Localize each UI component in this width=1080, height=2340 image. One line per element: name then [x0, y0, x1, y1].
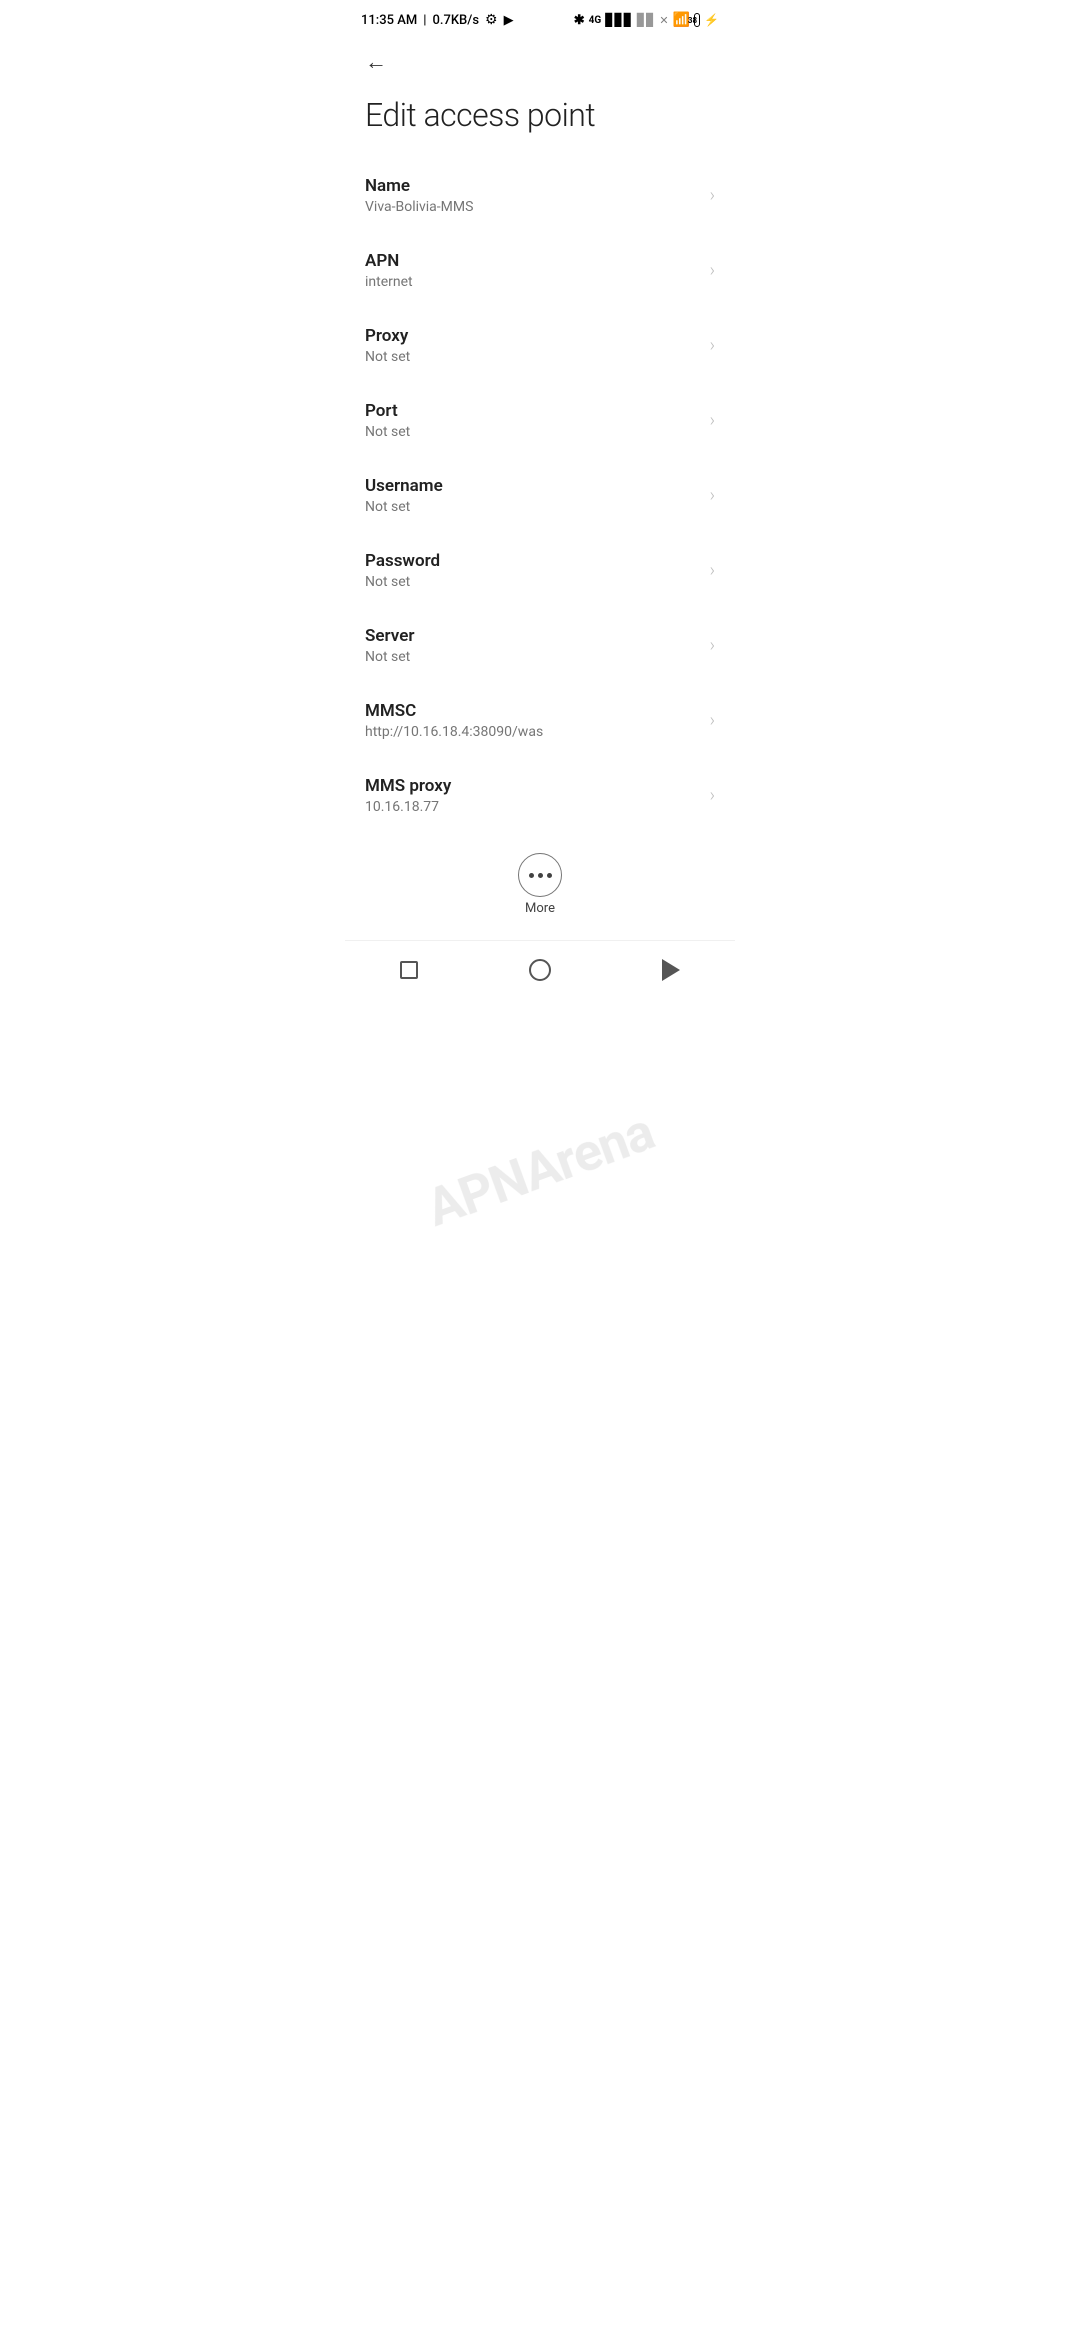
settings-item-content-apn: APN internet: [365, 251, 702, 290]
settings-item-username[interactable]: Username Not set ›: [345, 458, 735, 533]
chevron-right-icon-port: ›: [710, 410, 715, 431]
settings-item-label-port: Port: [365, 401, 702, 421]
status-bar: 11:35 AM | 0.7KB/s ⚙ ▶ ✱ 4G ▊▊▊ ▊▊ ✕ 📶 3…: [345, 0, 735, 36]
settings-item-label-proxy: Proxy: [365, 326, 702, 346]
battery-indicator: 38: [694, 13, 700, 27]
settings-item-value-apn: internet: [365, 274, 702, 290]
network-speed: 0.7KB/s: [432, 13, 479, 28]
settings-item-password[interactable]: Password Not set ›: [345, 533, 735, 608]
settings-item-value-proxy: Not set: [365, 349, 702, 365]
settings-item-proxy[interactable]: Proxy Not set ›: [345, 308, 735, 383]
chevron-right-icon-mmsc: ›: [710, 710, 715, 731]
settings-item-label-mms_proxy: MMS proxy: [365, 776, 702, 796]
chevron-right-icon-apn: ›: [710, 260, 715, 281]
more-circle-icon: [518, 853, 562, 897]
more-label: More: [525, 901, 555, 916]
settings-list: Name Viva-Bolivia-MMS › APN internet › P…: [345, 158, 735, 833]
status-left: 11:35 AM | 0.7KB/s ⚙ ▶: [361, 12, 514, 28]
nav-home-icon: [529, 959, 551, 981]
bluetooth-icon: ✱: [574, 13, 585, 28]
settings-item-name[interactable]: Name Viva-Bolivia-MMS ›: [345, 158, 735, 233]
nav-home-button[interactable]: [505, 953, 575, 987]
settings-item-label-server: Server: [365, 626, 702, 646]
chevron-right-icon-username: ›: [710, 485, 715, 506]
back-arrow-icon: ←: [365, 49, 387, 75]
settings-item-content-mms_proxy: MMS proxy 10.16.18.77: [365, 776, 702, 815]
settings-item-content-port: Port Not set: [365, 401, 702, 440]
settings-item-mmsc[interactable]: MMSC http://10.16.18.4:38090/was ›: [345, 683, 735, 758]
toolbar: ←: [345, 36, 735, 88]
page-title: Edit access point: [345, 88, 735, 158]
more-dots-icon: [529, 873, 552, 878]
settings-item-mms_proxy[interactable]: MMS proxy 10.16.18.77 ›: [345, 758, 735, 833]
settings-item-port[interactable]: Port Not set ›: [345, 383, 735, 458]
signal-bars-icon: ▊▊▊: [605, 13, 633, 27]
settings-item-content-proxy: Proxy Not set: [365, 326, 702, 365]
settings-item-label-mmsc: MMSC: [365, 701, 702, 721]
settings-item-value-port: Not set: [365, 424, 702, 440]
settings-item-apn[interactable]: APN internet ›: [345, 233, 735, 308]
settings-item-content-mmsc: MMSC http://10.16.18.4:38090/was: [365, 701, 702, 740]
settings-item-label-username: Username: [365, 476, 702, 496]
chevron-right-icon-proxy: ›: [710, 335, 715, 356]
settings-item-label-apn: APN: [365, 251, 702, 271]
signal-bars2-icon: ▊▊: [637, 13, 655, 27]
settings-item-value-name: Viva-Bolivia-MMS: [365, 199, 702, 215]
charging-icon: ⚡: [704, 13, 719, 27]
more-button[interactable]: More: [345, 833, 735, 932]
status-right: ✱ 4G ▊▊▊ ▊▊ ✕ 📶 38 ⚡: [574, 12, 719, 28]
settings-item-label-name: Name: [365, 176, 702, 196]
nav-bar: [345, 940, 735, 1003]
settings-item-content-server: Server Not set: [365, 626, 702, 665]
video-icon: ▶: [504, 13, 514, 28]
signal-4g-icon: 4G: [589, 15, 602, 26]
settings-item-label-password: Password: [365, 551, 702, 571]
settings-item-value-mmsc: http://10.16.18.4:38090/was: [365, 724, 702, 740]
back-button[interactable]: ←: [361, 45, 391, 79]
settings-item-value-username: Not set: [365, 499, 702, 515]
chevron-right-icon-server: ›: [710, 635, 715, 656]
watermark: APNArena: [419, 1101, 662, 1239]
chevron-right-icon-password: ›: [710, 560, 715, 581]
settings-item-value-password: Not set: [365, 574, 702, 590]
settings-item-value-server: Not set: [365, 649, 702, 665]
settings-item-content-password: Password Not set: [365, 551, 702, 590]
nav-back-icon: [662, 959, 680, 981]
settings-item-content-username: Username Not set: [365, 476, 702, 515]
settings-item-server[interactable]: Server Not set ›: [345, 608, 735, 683]
time-label: 11:35 AM: [361, 13, 417, 28]
separator: |: [423, 13, 426, 28]
settings-item-value-mms_proxy: 10.16.18.77: [365, 799, 702, 815]
nav-back-button[interactable]: [638, 953, 704, 987]
nav-recents-icon: [400, 961, 418, 979]
chevron-right-icon-name: ›: [710, 185, 715, 206]
signal-x-icon: ✕: [659, 14, 668, 27]
settings-item-content-name: Name Viva-Bolivia-MMS: [365, 176, 702, 215]
chevron-right-icon-mms_proxy: ›: [710, 785, 715, 806]
nav-recents-button[interactable]: [376, 955, 442, 985]
settings-icon: ⚙: [485, 12, 498, 28]
